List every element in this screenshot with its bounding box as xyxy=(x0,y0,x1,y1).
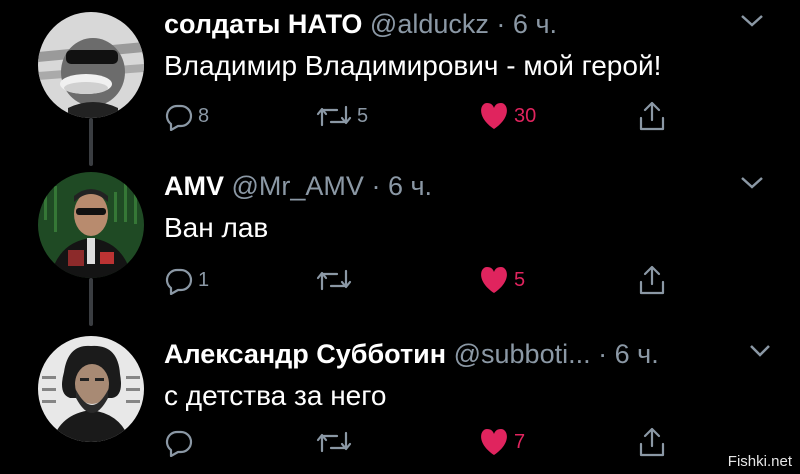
tweet-actions: 7 xyxy=(164,424,684,460)
reply-count: 1 xyxy=(198,268,210,291)
separator-dot: · xyxy=(496,9,506,39)
share-icon xyxy=(639,101,665,131)
separator-dot: · xyxy=(598,339,608,369)
tweet-text: с детства за него xyxy=(164,380,387,411)
chevron-down-icon[interactable] xyxy=(738,174,766,192)
separator-dot: · xyxy=(371,171,381,201)
retweet-icon xyxy=(316,269,352,291)
man-in-suit-avatar-icon xyxy=(38,172,144,278)
like-count: 30 xyxy=(514,104,537,127)
avatar[interactable] xyxy=(38,336,144,442)
author-name[interactable]: AMV xyxy=(164,171,224,201)
reply-icon xyxy=(165,268,193,295)
like-count: 5 xyxy=(514,268,526,291)
retweet-count: 5 xyxy=(357,104,369,127)
share-button[interactable] xyxy=(637,424,667,460)
avatar[interactable] xyxy=(38,172,144,278)
author-handle[interactable]: @subboti... xyxy=(454,339,591,369)
like-button[interactable]: 30 xyxy=(478,98,536,134)
like-count: 7 xyxy=(514,430,526,453)
tweet[interactable]: Александр Субботин @subboti... · 6 ч. с … xyxy=(0,336,800,474)
tweet-actions: 1 5 xyxy=(164,262,684,298)
author-handle[interactable]: @alduckz xyxy=(370,9,489,39)
reply-count: 8 xyxy=(198,104,210,127)
share-icon xyxy=(639,427,665,457)
tweet[interactable]: солдаты НАТО @alduckz · 6 ч. Владимир Вл… xyxy=(0,6,800,146)
retweet-button[interactable] xyxy=(315,424,357,460)
author-handle[interactable]: @Mr_AMV xyxy=(232,171,364,201)
author-name[interactable]: Александр Субботин xyxy=(164,339,446,369)
retweet-button[interactable] xyxy=(315,262,357,298)
heart-icon xyxy=(481,429,507,455)
like-button[interactable]: 7 xyxy=(478,424,525,460)
timestamp[interactable]: 6 ч. xyxy=(615,339,659,369)
retweet-icon xyxy=(316,431,352,453)
heart-icon xyxy=(481,267,507,293)
reply-button[interactable]: 1 xyxy=(164,262,209,298)
share-button[interactable] xyxy=(637,262,667,298)
duck-avatar-icon xyxy=(38,12,144,118)
retweet-icon xyxy=(316,105,352,127)
retweet-button[interactable]: 5 xyxy=(315,98,368,134)
tweet-header: AMV @Mr_AMV · 6 ч. xyxy=(164,170,432,202)
like-button[interactable]: 5 xyxy=(478,262,525,298)
reply-button[interactable] xyxy=(164,424,198,460)
tweet-text: Ван лав xyxy=(164,212,269,243)
avatar[interactable] xyxy=(38,12,144,118)
chevron-down-icon[interactable] xyxy=(748,342,776,360)
heart-icon xyxy=(481,103,507,129)
chevron-down-icon[interactable] xyxy=(738,12,766,30)
tweet-header: Александр Субботин @subboti... · 6 ч. xyxy=(164,338,659,370)
reply-button[interactable]: 8 xyxy=(164,98,209,134)
tweet-actions: 8 5 30 xyxy=(164,98,684,134)
tweet-text: Владимир Владимирович - мой герой! xyxy=(164,50,662,81)
tweet[interactable]: AMV @Mr_AMV · 6 ч. Ван лав 1 5 xyxy=(0,168,800,308)
author-name[interactable]: солдаты НАТО xyxy=(164,9,362,39)
timestamp[interactable]: 6 ч. xyxy=(388,171,432,201)
watermark: Fishki.net xyxy=(727,453,792,470)
bearded-man-avatar-icon xyxy=(38,336,144,442)
share-icon xyxy=(639,265,665,295)
reply-icon xyxy=(165,104,193,131)
reply-icon xyxy=(165,430,193,457)
timestamp[interactable]: 6 ч. xyxy=(513,9,557,39)
tweet-header: солдаты НАТО @alduckz · 6 ч. xyxy=(164,8,557,40)
share-button[interactable] xyxy=(637,98,667,134)
